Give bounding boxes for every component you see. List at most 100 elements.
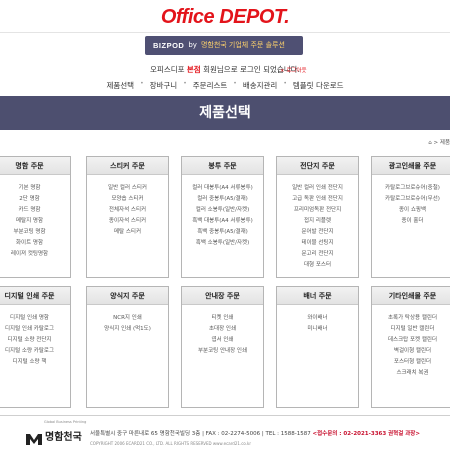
product-link[interactable]: 디지털 소량 전단지 [0, 335, 70, 346]
product-link[interactable]: 흑백 대봉투(A4 서류봉투) [182, 216, 263, 227]
partner-label: 명함천국 기업체 주문 솔루션 [200, 41, 285, 49]
product-link[interactable]: 초대장 인쇄 [182, 324, 263, 335]
page-title: 제품선택 [199, 105, 251, 121]
category-card: 디지털 인쇄 주문 디지털 인쇄 명함 디지털 인쇄 카탈로그 디지털 소량 전단지 디… [0, 286, 71, 408]
category-list: 초록가 탁상용 캘린더 디지털 일반 캘린더 데스크탑 포켓 캘린더 벽걸이형 캘린더… [372, 305, 450, 379]
product-link[interactable]: 레이져 컷팅명함 [0, 249, 70, 260]
office-depot-logo[interactable]: Office DEPOT. [0, 6, 450, 29]
category-card: 양식지 주문 NCR지 인쇄 양식지 인쇄 (먹1도) [86, 286, 169, 408]
product-link[interactable]: 종이 홀더 [372, 216, 450, 227]
category-card: 배너 주문 와이배너 미니배너 [276, 286, 359, 408]
product-link[interactable]: 전체자석 스티커 [87, 205, 168, 216]
product-link[interactable]: 컬러 중봉투(A5/결재) [182, 194, 263, 205]
category-list: 일반 컬러 인쇄 전단지 고급 독판 인쇄 전단지 프리미엄독판 전단지 접지 리플렛… [277, 175, 358, 271]
category-list: 티켓 인쇄 초대장 인쇄 엽서 인쇄 부분코팅 안내장 인쇄 [182, 305, 263, 357]
category-title: 안내장 주문 [182, 287, 263, 305]
product-link[interactable]: 흑백 소봉투(일반/자켓) [182, 238, 263, 249]
product-link[interactable]: 와이배너 [277, 313, 358, 324]
product-link[interactable]: 부분코팅 안내장 인쇄 [182, 346, 263, 357]
product-link[interactable]: 초록가 탁상용 캘린더 [372, 313, 450, 324]
nav-separator: • [183, 80, 187, 87]
product-link[interactable]: 기본 명함 [0, 183, 70, 194]
product-link[interactable]: 접지 리플렛 [277, 216, 358, 227]
product-link[interactable]: 카드 명함 [0, 205, 70, 216]
product-link[interactable]: NCR지 인쇄 [87, 313, 168, 324]
logout-link[interactable]: × 로그아웃 [280, 66, 307, 74]
product-link[interactable]: 엽서 인쇄 [182, 335, 263, 346]
nav-item-shipping[interactable]: 배송지관리 [243, 80, 278, 91]
category-list: 일반 컬러 스티커 모양숍 스티커 전체자석 스티커 종이자석 스티커 메탈 스티커 [87, 175, 168, 238]
product-link[interactable]: 일반 컬러 인쇄 전단지 [277, 183, 358, 194]
category-title: 광고인쇄물 주문 [372, 157, 450, 175]
product-link[interactable]: 스크래치 복권 [372, 368, 450, 379]
product-link[interactable]: 2단 명함 [0, 194, 70, 205]
category-card: 안내장 주문 티켓 인쇄 초대장 인쇄 엽서 인쇄 부분코팅 안내장 인쇄 [181, 286, 264, 408]
product-link[interactable]: 데스크탑 포켓 캘린더 [372, 335, 450, 346]
product-link[interactable]: 카탈로그브로슈어(무선) [372, 194, 450, 205]
category-card: 광고인쇄물 주문 카탈로그브로슈어(중철) 카탈로그브로슈어(무선) 종이 쇼핑백 종이… [371, 156, 450, 278]
category-list: 컬러 대봉투(A4 서류봉투) 컬러 중봉투(A5/결재) 컬러 소봉투(일반/자켓… [182, 175, 263, 249]
product-link[interactable]: 디지털 일반 캘린더 [372, 324, 450, 335]
product-link[interactable]: 종이자석 스티커 [87, 216, 168, 227]
product-link[interactable]: 대형 포스터 [277, 260, 358, 271]
nav-separator: • [140, 80, 144, 87]
product-link[interactable]: 프리미엄독판 전단지 [277, 205, 358, 216]
category-list: 디지털 인쇄 명함 디지털 인쇄 카탈로그 디지털 소량 전단지 디지털 소량 카탈로… [0, 305, 70, 368]
product-link[interactable]: 고급 독판 인쇄 전단지 [277, 194, 358, 205]
footer-divider [0, 415, 450, 416]
login-notice: 오피스디포 본점 회원님으로 로그인 되었습니다. [150, 65, 300, 74]
product-link[interactable]: 디지털 인쇄 카탈로그 [0, 324, 70, 335]
product-link[interactable]: 디지털 소량 카탈로그 [0, 346, 70, 357]
product-link[interactable]: 화이트 명함 [0, 238, 70, 249]
product-link[interactable]: 테이블 선팅지 [277, 238, 358, 249]
product-link[interactable]: 일반 컬러 스티커 [87, 183, 168, 194]
header-divider [0, 32, 450, 33]
bizpod-label: BIZPOD [153, 41, 185, 50]
category-list: 카탈로그브로슈어(중철) 카탈로그브로슈어(무선) 종이 쇼핑백 종이 홀더 [372, 175, 450, 227]
product-link[interactable]: 미니배너 [277, 324, 358, 335]
nav-item-templates[interactable]: 템플릿 다운로드 [293, 80, 344, 91]
product-link[interactable]: 카탈로그브로슈어(중철) [372, 183, 450, 194]
product-link[interactable]: 문어발 전단지 [277, 227, 358, 238]
category-card: 기타인쇄물 주문 초록가 탁상용 캘린더 디지털 일반 캘린더 데스크탑 포켓 캘린더… [371, 286, 450, 408]
product-link[interactable]: 디지털 소량 책 [0, 357, 70, 368]
mcheonguk-logo-icon [26, 430, 42, 445]
nav-item-products[interactable]: 제품선택 [106, 80, 134, 91]
product-link[interactable]: 벽걸이형 캘린더 [372, 346, 450, 357]
nav-separator: • [233, 80, 237, 87]
category-card: 전단지 주문 일반 컬러 인쇄 전단지 고급 독판 인쇄 전단지 프리미엄독판 전단지… [276, 156, 359, 278]
branch-highlight: 본점 [186, 65, 201, 74]
breadcrumb: ⌂ > 제품 [428, 140, 450, 146]
category-title: 기타인쇄물 주문 [372, 287, 450, 305]
nav-separator: • [283, 80, 287, 87]
footer-brand-sub: Global Business Printing [44, 420, 87, 424]
product-link[interactable]: 양식지 인쇄 (먹1도) [87, 324, 168, 335]
category-title: 스티커 주문 [87, 157, 168, 175]
product-link[interactable]: 메탈지 명함 [0, 216, 70, 227]
nav-item-cart[interactable]: 장바구니 [150, 80, 178, 91]
product-link[interactable]: 종이 쇼핑백 [372, 205, 450, 216]
product-link[interactable]: 모양숍 스티커 [87, 194, 168, 205]
nav-item-orders[interactable]: 주문리스트 [193, 80, 228, 91]
product-link[interactable]: 컬러 소봉투(일반/자켓) [182, 205, 263, 216]
bizpod-bar: BIZPOD by 명함천국 기업체 주문 솔루션 [145, 36, 303, 55]
product-link[interactable]: 메탈 스티커 [87, 227, 168, 238]
category-title: 명함 주문 [0, 157, 70, 175]
footer-brand: 명함천국 [45, 432, 82, 443]
category-title: 배너 주문 [277, 287, 358, 305]
product-link[interactable]: 컬러 대봉투(A4 서류봉투) [182, 183, 263, 194]
main-nav: 제품선택 • 장바구니 • 주문리스트 • 배송지관리 • 템플릿 다운로드 [0, 80, 450, 91]
footer-inquiry: <접수문의 : 02-2021-3363 권혁걸 과장> [312, 431, 420, 437]
category-title: 봉투 주문 [182, 157, 263, 175]
product-link[interactable]: 티켓 인쇄 [182, 313, 263, 324]
product-link[interactable]: 문고리 전단지 [277, 249, 358, 260]
category-card: 스티커 주문 일반 컬러 스티커 모양숍 스티커 전체자석 스티커 종이자석 스티커 메탈… [86, 156, 169, 278]
page-title-banner: 제품선택 [0, 96, 450, 130]
product-link[interactable]: 흑백 중봉투(A5/결재) [182, 227, 263, 238]
category-list: 와이배너 미니배너 [277, 305, 358, 335]
product-link[interactable]: 디지털 인쇄 명함 [0, 313, 70, 324]
product-link[interactable]: 포스터형 캘린더 [372, 357, 450, 368]
product-link[interactable]: 부분코팅 명함 [0, 227, 70, 238]
category-card: 봉투 주문 컬러 대봉투(A4 서류봉투) 컬러 중봉투(A5/결재) 컬러 소봉투(… [181, 156, 264, 278]
by-label: by [188, 41, 197, 49]
